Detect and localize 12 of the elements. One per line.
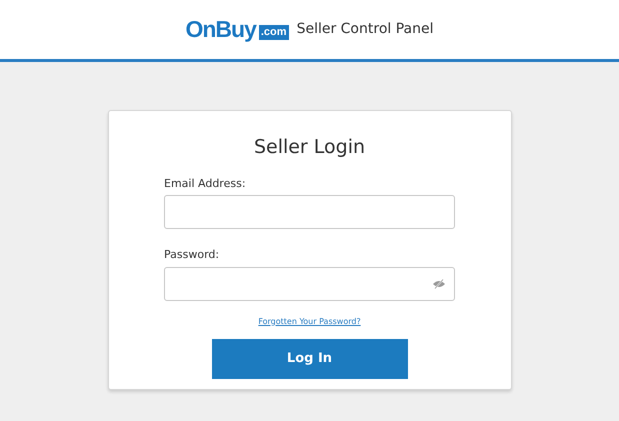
forgot-password-link[interactable]: Forgotten Your Password? — [258, 316, 361, 328]
logo[interactable]: OnBuy .com — [185, 18, 289, 41]
logo-suffix: .com — [258, 24, 289, 40]
field-label: Email Address: — [164, 176, 247, 192]
logo-wordmark: OnBuy — [185, 18, 256, 41]
input-field[interactable] — [164, 195, 455, 229]
header-title: Seller Control Panel — [296, 20, 434, 39]
input-field[interactable] — [164, 266, 455, 300]
eye-slash-icon[interactable] — [432, 278, 446, 288]
card-title: Seller Login — [254, 135, 366, 160]
login-button[interactable]: Log In — [212, 338, 408, 378]
field-label: Password: — [164, 247, 220, 263]
